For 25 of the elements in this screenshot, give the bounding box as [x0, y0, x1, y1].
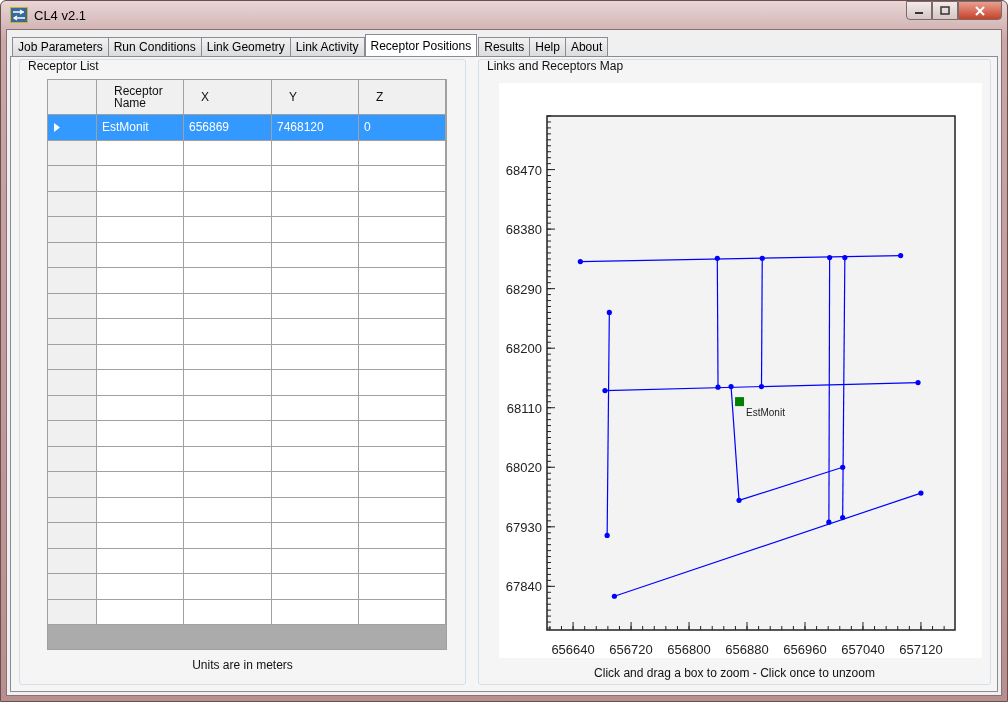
tick-label: 67930	[505, 519, 542, 535]
tick-label: 656640	[551, 642, 595, 657]
table-cell: 7468120	[272, 115, 359, 141]
tick-label: 68470	[505, 162, 542, 178]
table-cell: EstMonit	[97, 115, 184, 141]
map-hint: Click and drag a box to zoom - Click once to unzoom	[594, 665, 875, 682]
table-cell: 656869	[184, 115, 272, 141]
group-title: Links and Receptors Map	[486, 59, 625, 75]
tick-label: 656720	[609, 642, 653, 657]
table-cell: 0	[359, 115, 446, 141]
tick-label: 67840	[505, 579, 542, 595]
tick-label: 68290	[505, 281, 542, 297]
tick-label: 656960	[783, 642, 827, 657]
receptor-label: EstMonit	[746, 407, 785, 419]
tick-label: 68110	[506, 400, 542, 416]
tick-label: 657120	[899, 642, 943, 657]
tick-label: 68020	[505, 460, 542, 476]
tick-label: 68200	[505, 341, 542, 357]
tick-label: 656800	[667, 642, 711, 657]
tick-label: 657040	[841, 642, 885, 657]
window-title: CL4 v2.1	[34, 7, 87, 23]
units-note: Units are in meters	[192, 657, 293, 674]
tick-label: 68380	[505, 222, 542, 238]
tick-label: 656880	[725, 642, 769, 657]
group-title: Receptor List	[27, 59, 100, 75]
